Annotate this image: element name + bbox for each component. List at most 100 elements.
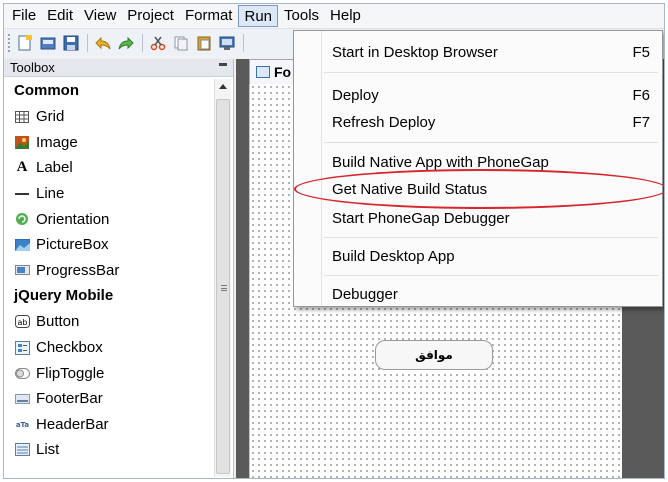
- tool-label: FooterBar: [36, 390, 103, 408]
- tab-label: Fo: [274, 64, 292, 80]
- menu-item-deploy[interactable]: Deploy F6: [294, 80, 662, 110]
- fliptoggle-icon: [14, 366, 30, 380]
- menu-view[interactable]: View: [79, 5, 121, 27]
- footerbar-icon: [14, 392, 30, 406]
- grip-icon: [221, 285, 227, 291]
- toolbar-grip[interactable]: [8, 34, 11, 52]
- form-ok-button[interactable]: موافق: [375, 340, 493, 370]
- menu-item-shortcut: F7: [632, 113, 650, 131]
- menu-item-label: Start in Desktop Browser: [332, 43, 498, 61]
- menu-item-build-desktop-app[interactable]: Build Desktop App: [294, 241, 662, 271]
- tool-checkbox[interactable]: Checkbox: [4, 335, 214, 361]
- toolbar-separator: [87, 34, 88, 52]
- image-icon: [14, 135, 30, 149]
- menu-separator: [324, 72, 658, 73]
- tool-label: Grid: [36, 108, 65, 126]
- tool-button[interactable]: ab Button: [4, 309, 214, 335]
- cut-button[interactable]: [148, 33, 168, 53]
- tool-list[interactable]: List: [4, 437, 214, 463]
- svg-text:ab: ab: [17, 318, 27, 327]
- menu-item-label: Refresh Deploy: [332, 113, 436, 131]
- toolbox-header: Toolbox: [4, 59, 233, 77]
- menu-separator: [324, 142, 658, 143]
- undo-icon: [95, 36, 111, 50]
- redo-icon: [118, 36, 134, 50]
- menu-item-label: Build Native App with PhoneGap: [332, 153, 549, 171]
- menu-format[interactable]: Format: [180, 5, 238, 27]
- group-jquery-mobile[interactable]: jQuery Mobile: [4, 283, 214, 309]
- menu-run[interactable]: Run: [238, 5, 279, 27]
- device-button[interactable]: [217, 33, 237, 53]
- menu-item-label: Deploy: [332, 86, 379, 104]
- device-icon: [219, 36, 235, 50]
- copy-button[interactable]: [171, 33, 191, 53]
- menu-separator: [324, 237, 658, 238]
- menu-item-label: Build Desktop App: [332, 247, 455, 265]
- tool-label: ProgressBar: [36, 261, 120, 279]
- menu-item-start-desktop-browser[interactable]: Start in Desktop Browser F5: [294, 37, 662, 67]
- tool-image[interactable]: Image: [4, 130, 214, 156]
- save-button[interactable]: [61, 33, 81, 53]
- menu-project[interactable]: Project: [122, 5, 179, 27]
- tool-orientation[interactable]: Orientation: [4, 206, 214, 232]
- run-menu-dropdown: Start in Desktop Browser F5 Deploy F6 Re…: [293, 30, 664, 309]
- tool-label[interactable]: A Label: [4, 155, 214, 181]
- pin-icon[interactable]: [219, 63, 227, 66]
- paste-icon: [197, 36, 211, 51]
- list-icon: [14, 443, 30, 457]
- tool-picturebox[interactable]: PictureBox: [4, 232, 214, 258]
- tool-label: HeaderBar: [36, 415, 109, 433]
- menu-edit[interactable]: Edit: [42, 5, 78, 27]
- new-file-button[interactable]: [15, 33, 35, 53]
- scroll-thumb[interactable]: [216, 99, 230, 474]
- open-icon: [40, 37, 56, 50]
- tool-line[interactable]: Line: [4, 181, 214, 207]
- label-icon: A: [16, 159, 28, 176]
- grid-icon: [14, 110, 30, 124]
- undo-button[interactable]: [93, 33, 113, 53]
- tool-headerbar[interactable]: aTa HeaderBar: [4, 412, 214, 438]
- tool-footerbar[interactable]: FooterBar: [4, 386, 214, 412]
- menu-help[interactable]: Help: [325, 5, 366, 27]
- tool-label: Orientation: [36, 210, 110, 228]
- picturebox-icon: [14, 238, 30, 252]
- tool-label: Image: [36, 133, 78, 151]
- menu-item-shortcut: F6: [632, 86, 650, 104]
- paste-button[interactable]: [194, 33, 214, 53]
- save-icon: [63, 35, 79, 51]
- button-icon: ab: [14, 315, 30, 329]
- toolbox-scrollbar[interactable]: [214, 79, 231, 477]
- tool-label: Button: [36, 313, 80, 331]
- cut-icon: [150, 36, 166, 51]
- menu-item-shortcut: F5: [632, 43, 650, 61]
- line-icon: [14, 187, 30, 201]
- toolbar-separator: [142, 34, 143, 52]
- toolbar-separator: [243, 34, 244, 52]
- tool-label: FlipToggle: [36, 364, 105, 382]
- tool-label: PictureBox: [36, 236, 109, 254]
- checkbox-icon: [14, 340, 30, 355]
- menu-separator: [324, 275, 658, 276]
- progressbar-icon: [14, 263, 30, 277]
- group-common[interactable]: Common: [4, 78, 214, 104]
- headerbar-icon: aTa: [14, 417, 30, 431]
- tool-grid[interactable]: Grid: [4, 104, 214, 130]
- tool-progressbar[interactable]: ProgressBar: [4, 258, 214, 284]
- open-button[interactable]: [38, 33, 58, 53]
- form-icon: [256, 66, 270, 78]
- scroll-up-icon[interactable]: [219, 84, 227, 89]
- menu-item-debugger[interactable]: Debugger: [294, 279, 662, 309]
- menu-file[interactable]: File: [7, 5, 41, 27]
- menu-item-label: Start PhoneGap Debugger: [332, 209, 510, 227]
- svg-text:aTa: aTa: [15, 421, 29, 429]
- orientation-icon: [14, 212, 30, 226]
- highlight-annotation: [294, 169, 664, 209]
- tool-label: List: [36, 441, 60, 459]
- tool-fliptoggle[interactable]: FlipToggle: [4, 360, 214, 386]
- toolbox-panel: Toolbox Common Grid Image A Label Line O…: [4, 59, 234, 478]
- menubar: File Edit View Project Format Run Tools …: [4, 4, 664, 29]
- tool-label: Line: [36, 185, 65, 203]
- redo-button[interactable]: [116, 33, 136, 53]
- menu-tools[interactable]: Tools: [279, 5, 324, 27]
- menu-item-refresh-deploy[interactable]: Refresh Deploy F7: [294, 107, 662, 137]
